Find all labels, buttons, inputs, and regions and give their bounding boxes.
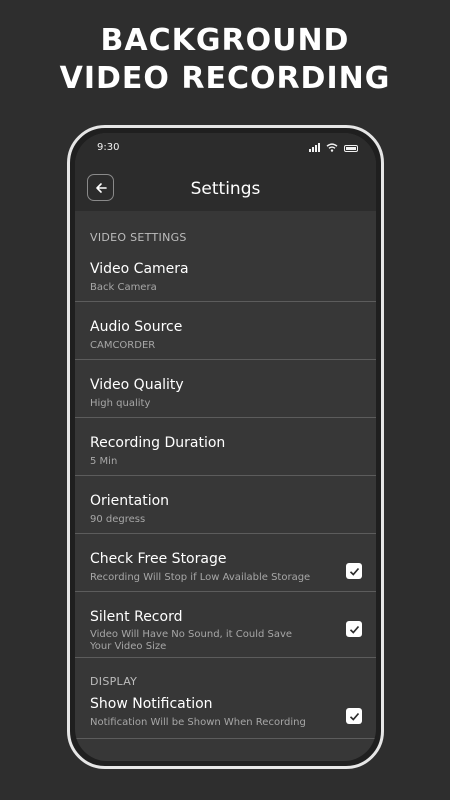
headline-line-1: BACKGROUND <box>100 23 350 58</box>
setting-title: Silent Record <box>90 609 183 625</box>
storage-checkbox[interactable] <box>346 563 362 579</box>
checkmark-icon <box>349 625 359 634</box>
page-title: Settings <box>190 179 261 199</box>
setting-title: Show Notification <box>90 696 213 712</box>
setting-title: Orientation <box>90 493 170 509</box>
setting-title: Audio Source <box>90 319 183 335</box>
status-icons <box>309 143 358 152</box>
section-header-display: DISPLAY <box>90 675 138 688</box>
setting-subtitle: Recording Will Stop if Low Available Sto… <box>90 572 311 583</box>
settings-list: VIDEO SETTINGS Video Camera Back Camera … <box>75 211 376 761</box>
status-bar: 9:30 <box>75 133 376 167</box>
setting-show-notification[interactable]: Show Notification Notification Will be S… <box>75 690 376 739</box>
checkmark-icon <box>349 712 359 721</box>
setting-silent-record[interactable]: Silent Record Video Will Have No Sound, … <box>75 592 376 658</box>
setting-title: Video Camera <box>90 261 189 277</box>
setting-video-camera[interactable]: Video Camera Back Camera <box>75 251 376 302</box>
setting-title: Recording Duration <box>90 435 226 451</box>
setting-subtitle: 90 degress <box>90 514 146 525</box>
silent-checkbox[interactable] <box>346 621 362 637</box>
phone-screen: 9:30 Settings VIDEO SETTINGS Video Camer… <box>75 133 376 761</box>
section-header-video: VIDEO SETTINGS <box>90 231 187 244</box>
status-time: 9:30 <box>97 142 120 153</box>
promo-headline: BACKGROUND VIDEO RECORDING <box>0 22 450 98</box>
setting-title: Check Free Storage <box>90 551 227 567</box>
setting-subtitle: Video Will Have No Sound, it Could Save … <box>90 629 293 652</box>
phone-frame: 9:30 Settings VIDEO SETTINGS Video Camer… <box>67 125 384 769</box>
signal-icon <box>309 143 320 152</box>
app-bar: Settings <box>75 167 376 211</box>
headline-line-2: VIDEO RECORDING <box>59 61 391 96</box>
setting-subtitle: 5 Min <box>90 456 118 467</box>
setting-check-free-storage[interactable]: Check Free Storage Recording Will Stop i… <box>75 534 376 592</box>
notification-checkbox[interactable] <box>346 708 362 724</box>
setting-subtitle: Notification Will be Shown When Recordin… <box>90 717 306 728</box>
setting-subtitle: High quality <box>90 398 151 409</box>
checkmark-icon <box>349 567 359 576</box>
setting-recording-duration[interactable]: Recording Duration 5 Min <box>75 418 376 476</box>
setting-title: Video Quality <box>90 377 184 393</box>
setting-audio-source[interactable]: Audio Source CAMCORDER <box>75 302 376 360</box>
wifi-icon <box>326 143 338 152</box>
setting-subtitle: Back Camera <box>90 282 157 293</box>
setting-video-quality[interactable]: Video Quality High quality <box>75 360 376 418</box>
setting-orientation[interactable]: Orientation 90 degress <box>75 476 376 534</box>
setting-subtitle: CAMCORDER <box>90 340 156 351</box>
battery-icon <box>344 145 358 152</box>
